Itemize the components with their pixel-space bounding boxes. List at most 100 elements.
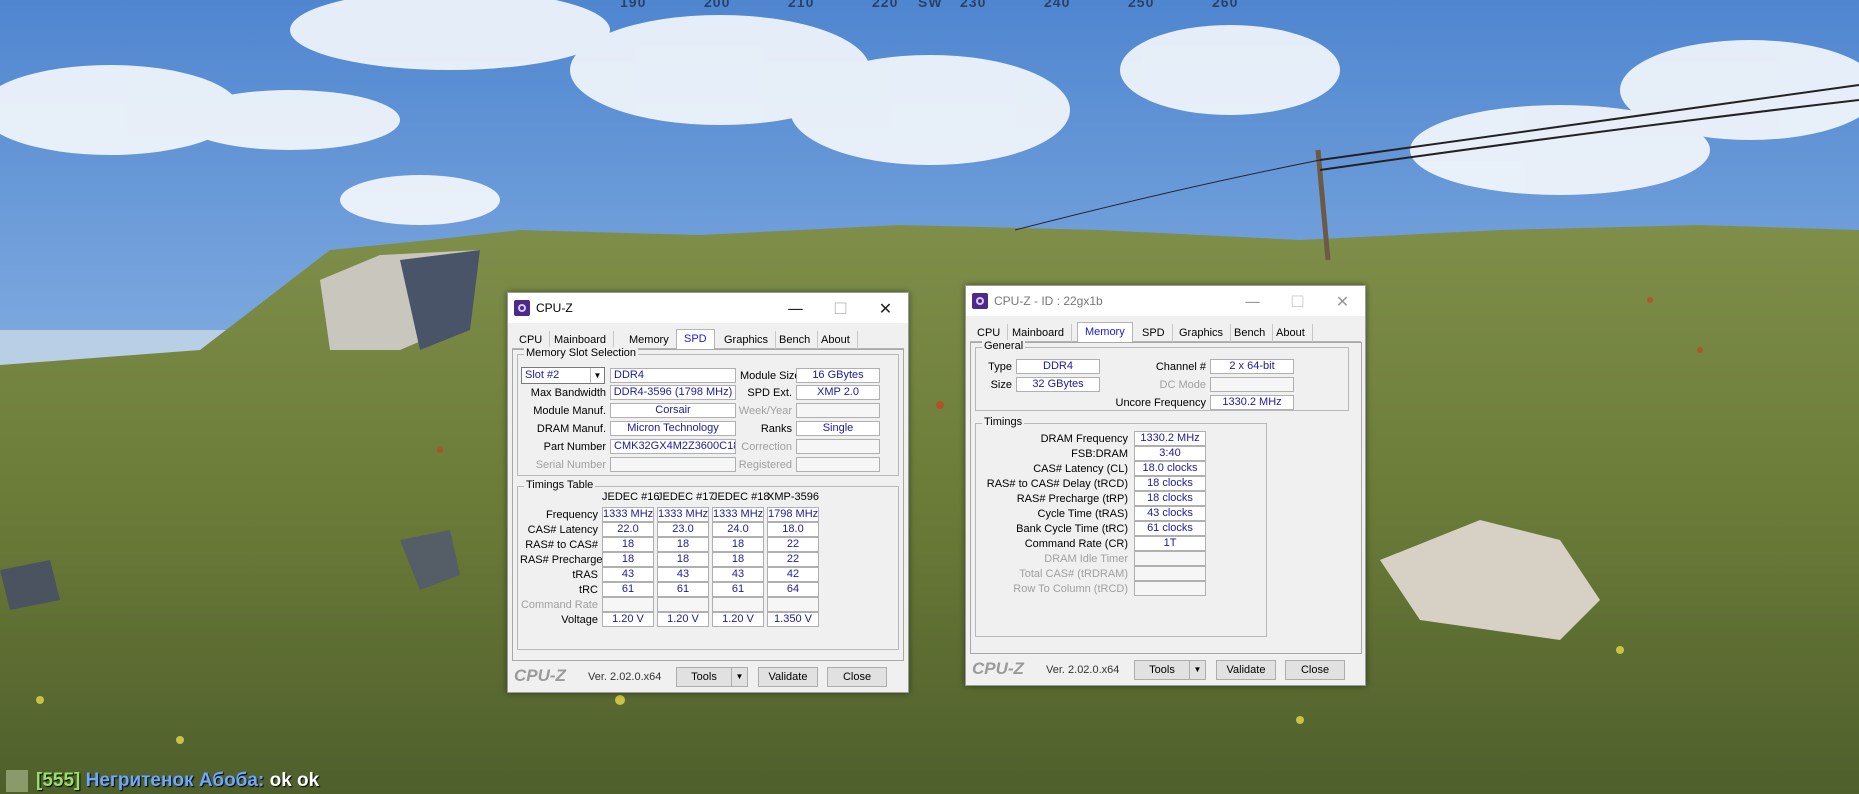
tab-bench[interactable]: Bench [1227,324,1274,342]
spd-row-rlabel: SPD Ext. [747,387,792,399]
module-size-value: 16 GBytes [796,368,880,383]
timing-cell [712,597,764,612]
spd-panel: Memory Slot Selection Slot #2 ▼ DDR4 Modu… [512,347,904,661]
timing-value: 18.0 clocks [1134,461,1206,476]
timing-value: 1T [1134,536,1206,551]
timing-label: Command Rate (CR) [1024,538,1128,550]
timing-label: Bank Cycle Time (tRC) [1016,523,1128,535]
spd-row-label: Serial Number [535,459,606,471]
validate-button[interactable]: Validate [1216,660,1276,680]
group-label: Timings [982,416,1025,428]
timing-cell: 43 [712,567,764,582]
timing-label: Total CAS# (tRDRAM) [1019,568,1128,580]
tools-dropdown-icon[interactable]: ▼ [731,668,747,686]
timing-row-label: tRAS [572,569,598,581]
tab-about[interactable]: About [814,331,858,349]
minimize-button[interactable]: — [1230,286,1275,316]
cpuz-memory-window: CPU-Z - ID : 22gx1b — ☐ ✕ CPU Mainboard … [965,285,1366,686]
compass-tick: 220 [872,0,899,10]
timing-value [1134,566,1206,581]
game-background [0,0,1859,794]
minimize-button[interactable]: — [773,293,818,323]
timing-cell: 18.0 [767,522,819,537]
timing-row-label: Frequency [546,509,598,521]
close-button[interactable]: Close [1285,660,1345,680]
timing-cell: 18 [712,552,764,567]
timing-cell: 43 [657,567,709,582]
compass-tick: 250 [1128,0,1155,10]
maximize-button[interactable]: ☐ [1275,286,1320,316]
timing-cell: 1.20 V [712,612,764,627]
cpuz-app-icon [514,300,530,316]
timing-cell: 43 [602,567,654,582]
timing-col-header: JEDEC #16 [602,491,660,503]
timing-label: Cycle Time (tRAS) [1037,508,1128,520]
tab-memory[interactable]: Memory [1077,322,1133,343]
compass-tick: 190 [620,0,647,10]
spd-row-rvalue: Single [796,421,880,436]
timing-cell: 61 [712,582,764,597]
title-bar[interactable]: CPU-Z — ☐ ✕ [508,293,908,323]
tools-label: Tools [1149,664,1175,676]
spd-row-rlabel: Correction [741,441,792,453]
chat-player-id: [555] [36,770,81,792]
compass-tick: 240 [1044,0,1071,10]
timing-cell: 18 [657,552,709,567]
timing-row-label: RAS# Precharge [520,554,603,566]
tools-button[interactable]: Tools ▼ [676,667,748,687]
spd-row-label: DRAM Manuf. [536,423,606,435]
spd-row-label: Module Manuf. [533,405,606,417]
timing-cell: 61 [657,582,709,597]
slot-select[interactable]: Slot #2 ▼ [521,367,605,384]
timing-cell: 1333 MHz [712,507,764,522]
close-window-button[interactable]: ✕ [863,293,908,323]
tab-spd[interactable]: SPD [676,329,715,350]
timing-cell: 1.20 V [602,612,654,627]
timing-row-label: CAS# Latency [527,524,598,536]
tools-button[interactable]: Tools ▼ [1134,660,1206,680]
group-label: Memory Slot Selection [524,347,639,359]
spd-row-label: Part Number [543,441,606,453]
compass-tick: 230 [960,0,987,10]
timing-cell: 61 [602,582,654,597]
timing-value [1134,551,1206,566]
spd-row-rvalue [796,457,880,472]
title-bar[interactable]: CPU-Z - ID : 22gx1b — ☐ ✕ [966,286,1365,316]
type-value: DDR4 [1016,359,1100,374]
group-label: General [982,340,1026,352]
timing-cell: 22 [767,537,819,552]
channel-label: Channel # [1155,361,1206,373]
cpuz-logo: CPU-Z [514,666,566,685]
compass-tick: SW [918,0,943,10]
timing-cell: 18 [602,552,654,567]
chat-avatar [6,770,28,792]
close-button[interactable]: Close [827,667,887,687]
tools-dropdown-icon[interactable]: ▼ [1189,661,1205,679]
tab-spd[interactable]: SPD [1135,324,1173,342]
size-label: Size [990,379,1012,391]
timing-cell: 42 [767,567,819,582]
timing-row-label: tRC [579,584,598,596]
timing-cell: 18 [602,537,654,552]
module-size-label: Module Size [740,370,801,382]
chat-message: [555] Негритенок Абоба: ok ok [6,770,319,794]
validate-button[interactable]: Validate [758,667,818,687]
timing-value: 43 clocks [1134,506,1206,521]
tools-label: Tools [691,671,717,683]
tab-bench[interactable]: Bench [772,331,819,349]
tab-about[interactable]: About [1269,324,1313,342]
close-window-button[interactable]: ✕ [1320,286,1365,316]
timing-row-label: RAS# to CAS# [525,539,598,551]
maximize-button[interactable]: ☐ [818,293,863,323]
tab-graphics[interactable]: Graphics [1172,324,1232,342]
timing-label: RAS# Precharge (tRP) [1016,493,1128,505]
memory-type-value: DDR4 [610,368,736,383]
timing-col-header: JEDEC #18 [712,491,770,503]
cpuz-app-icon [972,293,988,309]
cpuz-logo: CPU-Z [972,659,1024,678]
tab-graphics[interactable]: Graphics [717,331,777,349]
size-value: 32 GBytes [1016,377,1100,392]
memory-slot-group: Memory Slot Selection Slot #2 ▼ DDR4 Modu… [517,347,899,476]
dropdown-arrow-icon: ▼ [590,368,604,383]
timing-cell: 23.0 [657,522,709,537]
